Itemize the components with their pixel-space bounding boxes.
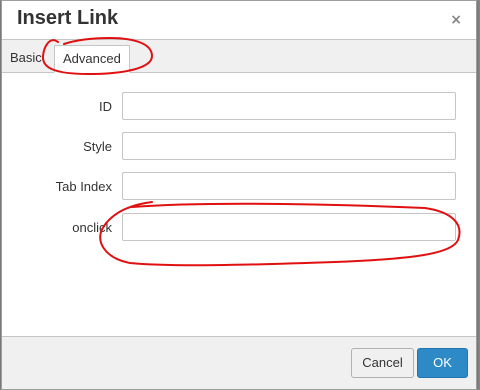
id-label: ID	[99, 99, 112, 114]
onclick-input[interactable]	[122, 213, 456, 241]
cancel-button[interactable]: Cancel	[351, 348, 414, 378]
tab-index-label: Tab Index	[55, 179, 112, 194]
tab-advanced[interactable]: Advanced	[54, 45, 130, 73]
ok-button[interactable]: OK	[417, 348, 468, 378]
field-row-style: Style	[2, 132, 476, 162]
dialog-body: ID Style Tab Index onclick	[2, 73, 476, 336]
style-input[interactable]	[122, 132, 456, 160]
field-row-onclick: onclick	[2, 213, 476, 243]
tab-basic[interactable]: Basic	[10, 45, 42, 71]
field-row-id: ID	[2, 92, 476, 122]
dialog-title: Insert Link	[17, 7, 119, 29]
field-row-tab-index: Tab Index	[2, 172, 476, 202]
tab-bar: Basic Advanced	[2, 40, 476, 73]
insert-link-dialog: Insert Link × Basic Advanced ID Style Ta…	[1, 0, 477, 390]
onclick-label: onclick	[72, 220, 112, 235]
dialog-footer: Cancel OK	[2, 336, 476, 389]
dialog-header: Insert Link ×	[2, 1, 476, 40]
tab-index-input[interactable]	[122, 172, 456, 200]
id-input[interactable]	[122, 92, 456, 120]
close-icon[interactable]: ×	[450, 12, 462, 28]
style-label: Style	[83, 139, 112, 154]
